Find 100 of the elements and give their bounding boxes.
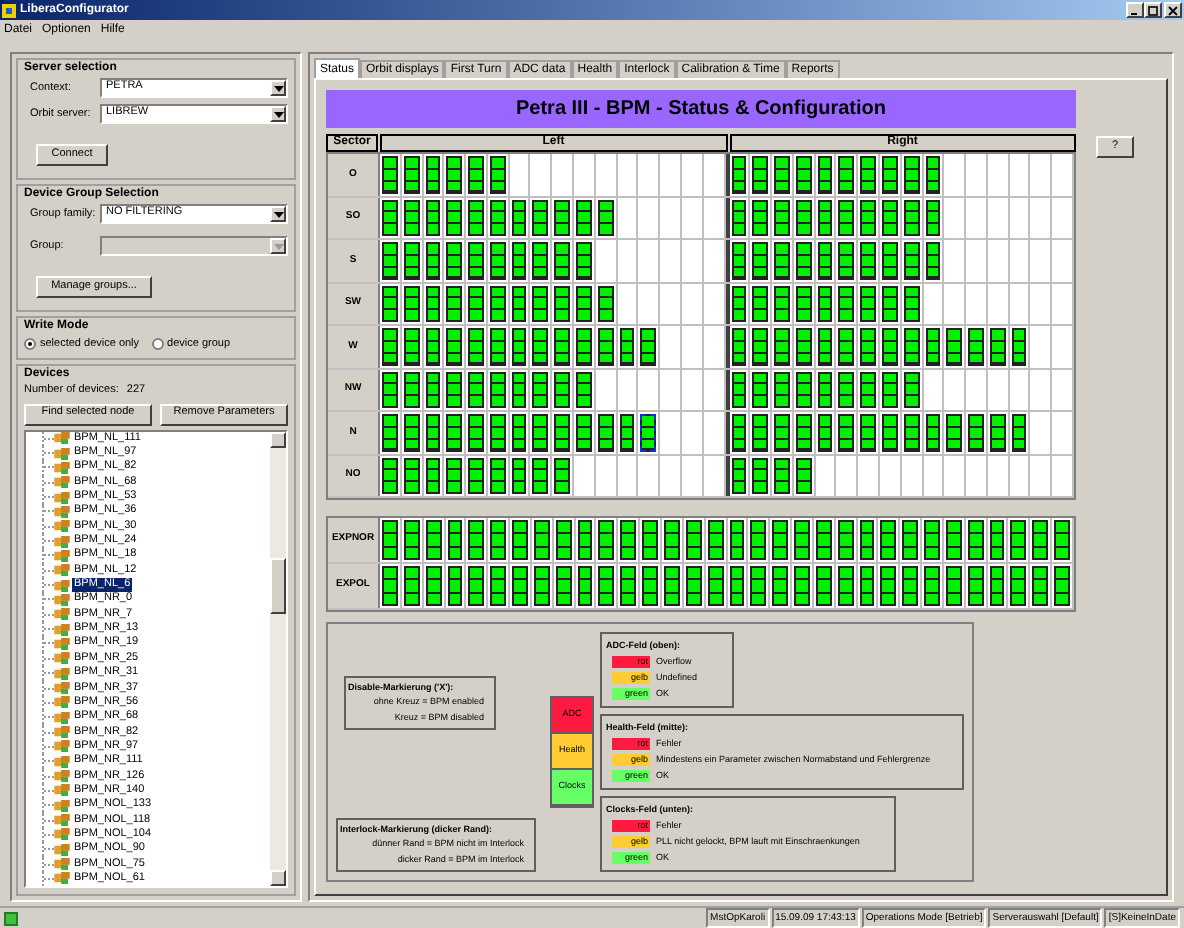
bpm-indicator[interactable] (924, 566, 940, 606)
bpm-indicator[interactable] (1032, 566, 1049, 606)
bpm-indicator[interactable] (967, 566, 984, 606)
bpm-indicator[interactable] (860, 414, 876, 451)
bpm-indicator[interactable] (731, 156, 747, 193)
bpm-indicator[interactable] (881, 199, 898, 236)
bpm-indicator[interactable] (881, 156, 898, 193)
bpm-indicator[interactable] (597, 199, 614, 236)
bpm-indicator[interactable] (576, 414, 592, 451)
bpm-indicator[interactable] (903, 156, 920, 193)
bpm-indicator[interactable] (446, 242, 463, 279)
bpm-indicator[interactable] (903, 199, 920, 236)
bpm-indicator[interactable] (554, 371, 571, 408)
bpm-indicator[interactable] (403, 520, 420, 560)
bpm-indicator[interactable] (925, 199, 941, 236)
bpm-indicator[interactable] (945, 520, 962, 560)
bpm-indicator[interactable] (425, 457, 441, 494)
bpm-indicator[interactable] (881, 328, 898, 365)
bpm-indicator[interactable] (490, 520, 507, 560)
bpm-indicator[interactable] (881, 371, 898, 408)
bpm-indicator[interactable] (731, 285, 747, 322)
bpm-indicator[interactable] (795, 328, 812, 365)
bpm-indicator[interactable] (1010, 520, 1027, 560)
bpm-indicator[interactable] (576, 371, 592, 408)
bpm-indicator[interactable] (795, 285, 812, 322)
bpm-indicator[interactable] (925, 328, 941, 365)
bpm-indicator[interactable] (576, 328, 592, 365)
bpm-indicator[interactable] (403, 371, 420, 408)
bpm-indicator[interactable] (902, 520, 919, 560)
bpm-indicator[interactable] (425, 520, 442, 560)
bpm-indicator[interactable] (752, 414, 769, 451)
bpm-indicator[interactable] (425, 414, 441, 451)
bpm-indicator[interactable] (511, 242, 527, 279)
bpm-indicator[interactable] (795, 371, 812, 408)
bpm-indicator[interactable] (860, 328, 876, 365)
bpm-indicator[interactable] (489, 285, 506, 322)
bpm-indicator[interactable] (880, 520, 897, 560)
bpm-indicator[interactable] (838, 414, 855, 451)
bpm-indicator[interactable] (838, 371, 855, 408)
bpm-indicator[interactable] (382, 414, 398, 451)
bpm-indicator[interactable] (511, 457, 527, 494)
bpm-indicator[interactable] (817, 156, 833, 193)
bpm-indicator[interactable] (731, 371, 747, 408)
bpm-indicator[interactable] (707, 566, 723, 606)
bpm-indicator[interactable] (619, 328, 635, 365)
bpm-indicator[interactable] (838, 199, 855, 236)
bpm-indicator[interactable] (729, 520, 745, 560)
bpm-indicator[interactable] (425, 242, 441, 279)
bpm-indicator[interactable] (685, 520, 702, 560)
bpm-indicator[interactable] (967, 520, 984, 560)
bpm-indicator[interactable] (489, 457, 506, 494)
bpm-indicator[interactable] (1011, 328, 1027, 365)
bpm-indicator[interactable] (620, 566, 637, 606)
bpm-indicator[interactable] (576, 242, 592, 279)
bpm-indicator[interactable] (924, 520, 940, 560)
bpm-indicator[interactable] (532, 457, 549, 494)
bpm-indicator[interactable] (511, 285, 527, 322)
bpm-indicator[interactable] (795, 156, 812, 193)
bpm-indicator[interactable] (403, 199, 420, 236)
bpm-indicator[interactable] (817, 371, 833, 408)
bpm-indicator[interactable] (382, 285, 398, 322)
bpm-indicator[interactable] (729, 566, 745, 606)
bpm-indicator[interactable] (554, 328, 571, 365)
bpm-indicator[interactable] (946, 328, 963, 365)
bpm-indicator[interactable] (881, 242, 898, 279)
bpm-indicator[interactable] (425, 371, 441, 408)
bpm-indicator[interactable] (1010, 566, 1027, 606)
bpm-indicator[interactable] (815, 566, 832, 606)
bpm-indicator[interactable] (489, 199, 506, 236)
bpm-indicator[interactable] (382, 457, 398, 494)
bpm-indicator[interactable] (794, 566, 810, 606)
bpm-indicator[interactable] (468, 520, 485, 560)
bpm-indicator[interactable] (774, 156, 790, 193)
bpm-indicator[interactable] (945, 566, 962, 606)
bpm-indicator[interactable] (532, 199, 549, 236)
bpm-indicator[interactable] (554, 457, 571, 494)
bpm-indicator[interactable] (511, 328, 527, 365)
bpm-indicator[interactable] (403, 414, 420, 451)
bpm-indicator[interactable] (489, 328, 506, 365)
bpm-indicator[interactable] (532, 285, 549, 322)
bpm-indicator[interactable] (946, 414, 963, 451)
bpm-indicator[interactable] (403, 457, 420, 494)
bpm-indicator[interactable] (642, 520, 658, 560)
radio-button[interactable] (151, 338, 164, 351)
maximize-icon[interactable] (1144, 2, 1162, 18)
bpm-indicator[interactable] (642, 566, 658, 606)
bpm-indicator[interactable] (752, 285, 769, 322)
bpm-indicator[interactable] (752, 371, 769, 408)
bpm-indicator[interactable] (425, 328, 441, 365)
bpm-indicator[interactable] (774, 242, 790, 279)
bpm-indicator[interactable] (425, 285, 441, 322)
bpm-indicator[interactable] (903, 371, 920, 408)
bpm-indicator[interactable] (511, 371, 527, 408)
bpm-indicator[interactable] (817, 328, 833, 365)
bpm-indicator[interactable] (1011, 414, 1027, 451)
bpm-indicator[interactable] (446, 285, 463, 322)
bpm-indicator[interactable] (382, 199, 398, 236)
bpm-indicator[interactable] (859, 520, 875, 560)
bpm-indicator[interactable] (597, 414, 614, 451)
minimize-icon[interactable] (1126, 2, 1144, 18)
